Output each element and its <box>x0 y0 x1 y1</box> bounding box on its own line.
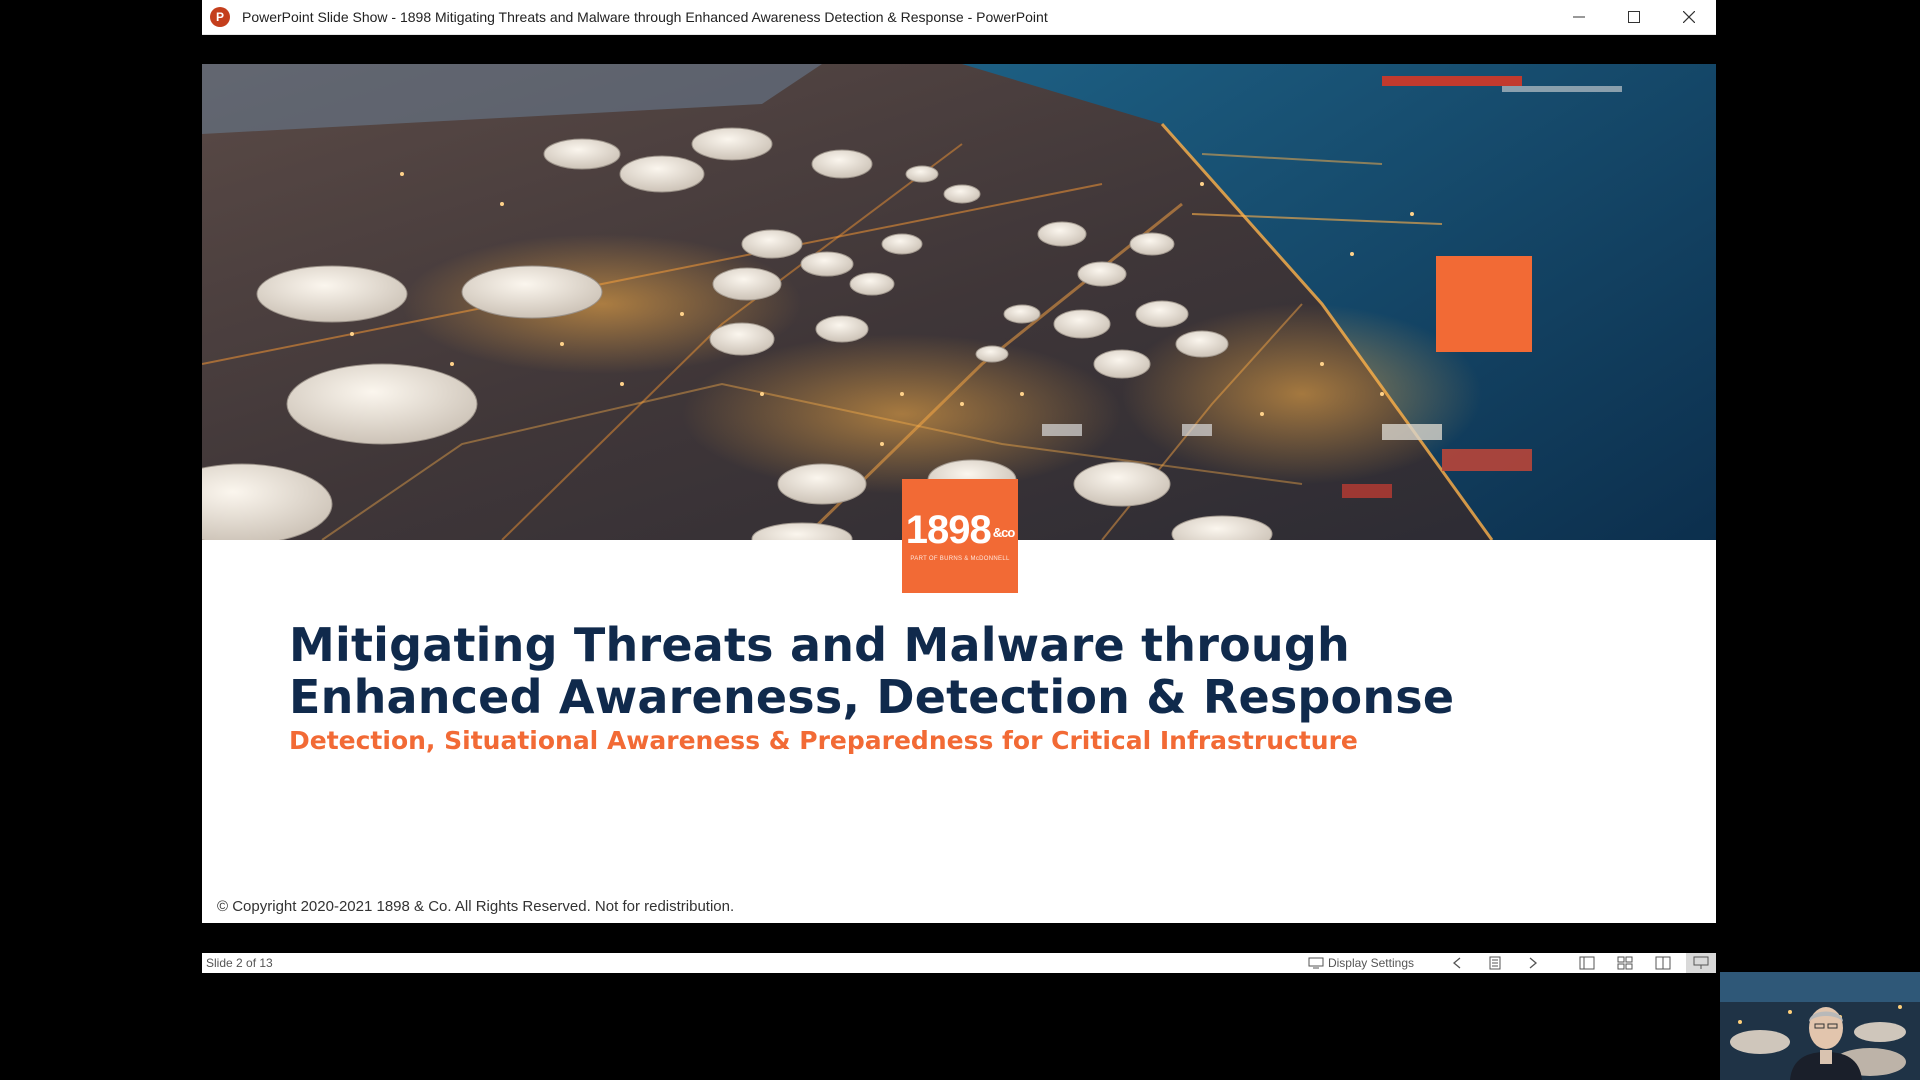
normal-view-button[interactable] <box>1572 953 1602 973</box>
copyright-notice: © Copyright 2020-2021 1898 & Co. All Rig… <box>217 898 735 915</box>
window-title-bar: P PowerPoint Slide Show - 1898 Mitigatin… <box>202 0 1716 35</box>
reading-view-icon <box>1655 956 1671 970</box>
slide-title-line-1: Mitigating Threats and Malware through <box>289 618 1350 672</box>
display-settings-button[interactable]: Display Settings <box>1308 956 1414 970</box>
slideshow-status-bar: Slide 2 of 13 Display Settings <box>202 953 1716 973</box>
close-button[interactable] <box>1661 0 1716 34</box>
logo-text: 1898 <box>905 508 992 552</box>
slide-subtitle: Detection, Situational Awareness & Prepa… <box>289 726 1358 755</box>
orange-accent-square <box>1436 256 1532 352</box>
slide-title-line-2: Enhanced Awareness, Detection & Response <box>289 670 1455 724</box>
normal-view-icon <box>1579 956 1595 970</box>
maximize-icon <box>1627 11 1640 23</box>
chevron-left-icon <box>1452 957 1461 969</box>
window-controls <box>1551 0 1716 34</box>
slide-counter: Slide 2 of 13 <box>206 956 273 970</box>
minimize-icon <box>1572 16 1585 18</box>
minimize-button[interactable] <box>1551 0 1606 34</box>
company-logo: 1898 &co PART OF BURNS & McDONNELL <box>902 479 1018 593</box>
slide-show-view-button[interactable] <box>1686 953 1716 973</box>
maximize-button[interactable] <box>1606 0 1661 34</box>
slide-show-icon <box>1693 956 1709 969</box>
presenter-webcam-video <box>1720 972 1920 1080</box>
previous-slide-button[interactable] <box>1442 953 1472 973</box>
logo-tagline: PART OF BURNS & McDONNELL <box>910 556 1010 562</box>
powerpoint-icon: P <box>210 7 230 27</box>
chevron-right-icon <box>1529 957 1538 969</box>
slide-sorter-icon <box>1617 956 1633 970</box>
slide-sorter-button[interactable] <box>1610 953 1640 973</box>
menu-icon <box>1489 956 1501 970</box>
display-settings-label: Display Settings <box>1327 956 1414 970</box>
window-title: PowerPoint Slide Show - 1898 Mitigating … <box>242 9 1048 25</box>
slide-title: Mitigating Threats and Malware through E… <box>289 619 1669 723</box>
close-icon <box>1682 11 1695 23</box>
slide-canvas[interactable]: 1898 &co PART OF BURNS & McDONNELL Mitiga… <box>202 64 1716 923</box>
next-slide-button[interactable] <box>1518 953 1548 973</box>
monitor-icon <box>1308 957 1324 969</box>
reading-view-button[interactable] <box>1648 953 1678 973</box>
logo-suffix: &co <box>992 524 1016 540</box>
slide-menu-button[interactable] <box>1480 953 1510 973</box>
